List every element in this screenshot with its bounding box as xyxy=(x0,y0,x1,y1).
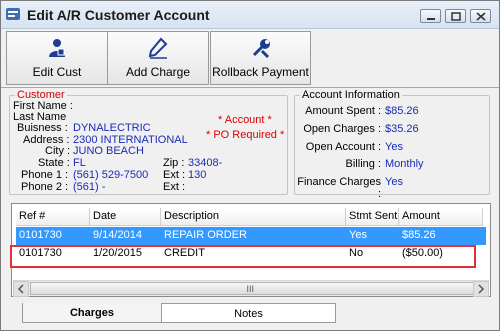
close-icon xyxy=(476,12,486,21)
phone1-label: Phone 1 : xyxy=(21,169,69,181)
rollback-payment-button[interactable]: Rollback Payment xyxy=(210,31,311,85)
state-label: State : xyxy=(38,157,70,169)
phone2-value: (561) - xyxy=(73,181,106,193)
col-header-description[interactable]: Description xyxy=(161,208,346,226)
zip-value: 33408- xyxy=(188,157,223,169)
po-required-flag: * PO Required * xyxy=(206,129,285,141)
ext1-label: Ext : xyxy=(163,169,186,181)
add-charge-label: Add Charge xyxy=(125,65,191,79)
toolbar: Edit Cust Add Charge Rollback Payment xyxy=(3,31,499,85)
finance-charges-label: Finance Charges : xyxy=(297,176,381,200)
title-bar: Edit A/R Customer Account xyxy=(1,1,499,29)
row-ref: 0101730 xyxy=(19,229,62,241)
bottom-tabs: Charges Notes xyxy=(11,303,491,325)
edit-cust-label: Edit Cust xyxy=(32,65,82,79)
phone2-label: Phone 2 : xyxy=(21,181,69,193)
account-required-flag: * Account * xyxy=(218,114,272,126)
scroll-left-button[interactable] xyxy=(13,281,29,297)
minimize-button[interactable] xyxy=(420,9,441,23)
maximize-button[interactable] xyxy=(445,9,466,23)
chevron-right-icon xyxy=(478,284,485,294)
city-value: JUNO BEACH xyxy=(73,145,144,157)
row-stmt-sent: No xyxy=(349,247,364,259)
finance-charges-value: Yes xyxy=(385,176,403,188)
maximize-icon xyxy=(451,12,461,21)
person-icon xyxy=(49,39,65,57)
edit-ar-customer-window: Edit A/R Customer Account Edit Cust Add … xyxy=(0,0,500,331)
pencil-icon xyxy=(148,37,168,59)
minimize-icon xyxy=(427,18,435,20)
zip-label: Zip : xyxy=(163,157,185,169)
horizontal-scrollbar[interactable]: III xyxy=(13,280,489,297)
close-button[interactable] xyxy=(470,9,491,23)
row-amount: ($50.00) xyxy=(402,247,443,259)
city-label: City : xyxy=(45,145,71,157)
toolbar-divider xyxy=(1,87,499,88)
row-description: REPAIR ORDER xyxy=(164,229,247,241)
col-header-stmt-sent[interactable]: Stmt Sent xyxy=(346,208,399,226)
amount-spent-label: Amount Spent : xyxy=(305,105,381,117)
charges-grid[interactable]: Ref # Date Description Stmt Sent Amount … xyxy=(11,203,491,297)
amount-spent-value: $85.26 xyxy=(385,105,419,117)
scroll-right-button[interactable] xyxy=(473,281,489,297)
row-date: 1/20/2015 xyxy=(93,247,142,259)
row-amount: $85.26 xyxy=(402,229,436,241)
open-account-label: Open Account : xyxy=(305,141,381,153)
business-label: Buisness : xyxy=(17,122,68,134)
ext2-label: Ext : xyxy=(163,181,186,193)
open-charges-label: Open Charges : xyxy=(303,123,381,135)
wrench-icon xyxy=(252,39,270,59)
state-value: FL xyxy=(73,157,86,169)
tab-notes[interactable]: Notes xyxy=(161,303,336,323)
add-charge-button[interactable]: Add Charge xyxy=(107,31,209,85)
row-stmt-sent: Yes xyxy=(349,229,367,241)
billing-label: Billing : xyxy=(345,158,381,170)
row-ref: 0101730 xyxy=(19,247,62,259)
app-icon xyxy=(6,8,20,20)
scroll-grip: III xyxy=(246,284,255,294)
open-account-value: Yes xyxy=(385,141,403,153)
account-information-legend: Account Information xyxy=(302,89,400,101)
ext1-value: 130 xyxy=(188,169,207,181)
edit-cust-button[interactable]: Edit Cust xyxy=(6,31,108,85)
business-value: DYNALECTRIC xyxy=(73,122,151,134)
col-header-date[interactable]: Date xyxy=(90,208,161,226)
col-header-ref[interactable]: Ref # xyxy=(16,208,90,226)
open-charges-value: $35.26 xyxy=(385,123,419,135)
phone1-value: (561) 529-7500 xyxy=(73,169,149,181)
window-title: Edit A/R Customer Account xyxy=(27,7,210,23)
row-description: CREDIT xyxy=(164,247,205,259)
tab-charges[interactable]: Charges xyxy=(22,303,162,323)
table-row[interactable]: 0101730 1/20/2015 CREDIT No ($50.00) xyxy=(16,245,486,263)
col-header-amount[interactable]: Amount xyxy=(399,208,483,226)
table-row[interactable]: 0101730 9/14/2014 REPAIR ORDER Yes $85.2… xyxy=(16,227,486,245)
scroll-thumb[interactable]: III xyxy=(30,282,475,295)
billing-value: Monthly xyxy=(385,158,424,170)
rollback-payment-label: Rollback Payment xyxy=(212,65,309,79)
row-date: 9/14/2014 xyxy=(93,229,142,241)
chevron-left-icon xyxy=(17,284,24,294)
